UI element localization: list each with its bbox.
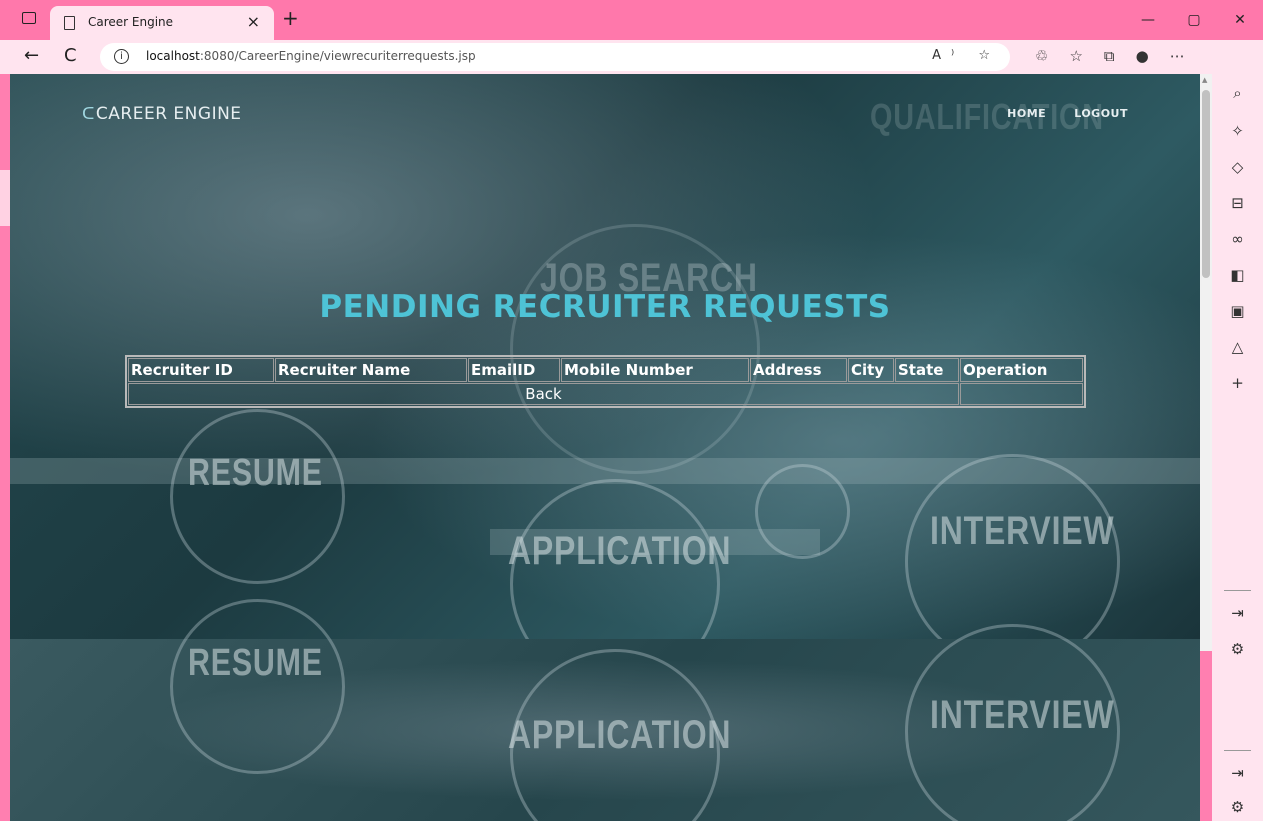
url-path: :8080/CareerEngine/viewrecuriterrequests… <box>199 49 476 63</box>
brand-logo-icon: ᑕ <box>82 104 95 124</box>
bell-icon[interactable]: △ <box>1212 338 1263 356</box>
sparkle-icon[interactable]: ✧ <box>1212 122 1263 140</box>
column-header: Operation <box>960 358 1083 382</box>
back-button[interactable]: ← <box>24 45 39 66</box>
background-circle <box>755 464 850 559</box>
profile-icon[interactable]: ● <box>1136 47 1149 65</box>
refresh-button[interactable]: C <box>64 45 77 66</box>
site-brand[interactable]: ᑕCAREER ENGINE <box>82 104 242 124</box>
url-field[interactable]: i localhost:8080/CareerEngine/viewrecuri… <box>100 43 1010 71</box>
column-header: City <box>848 358 894 382</box>
restore-button[interactable]: ▢ <box>1171 0 1217 40</box>
people-icon[interactable]: ∞ <box>1212 230 1263 248</box>
table-row: Back <box>128 383 1083 405</box>
background-word: APPLICATION <box>508 713 732 757</box>
table-header-row: Recruiter ID Recruiter Name EmailID Mobi… <box>128 358 1083 382</box>
tab-title: Career Engine <box>88 15 174 29</box>
background-word: INTERVIEW <box>930 693 1115 737</box>
hero-background: RESUME APPLICATION INTERVIEW JOB SEARCH … <box>10 74 1200 689</box>
panel-icon[interactable]: ⇥ <box>1212 604 1263 622</box>
recruiter-requests-table: Recruiter ID Recruiter Name EmailID Mobi… <box>125 355 1086 408</box>
url-host: localhost <box>146 49 200 63</box>
nav-home-link[interactable]: HOME <box>1007 107 1046 120</box>
column-header: EmailID <box>468 358 560 382</box>
sidebar-divider <box>1224 590 1251 591</box>
url-text[interactable]: localhost:8080/CareerEngine/viewrecurite… <box>146 49 476 63</box>
briefcase-icon[interactable]: ⊟ <box>1212 194 1263 212</box>
close-window-button[interactable]: ✕ <box>1217 0 1263 40</box>
outlook-icon[interactable]: ▣ <box>1212 302 1263 320</box>
sidebar-divider <box>1224 750 1251 751</box>
browser-toolbar: ♲ ☆ ⧉ ● ⋯ <box>1035 47 1185 65</box>
column-header: Mobile Number <box>561 358 749 382</box>
minimize-button[interactable]: — <box>1125 0 1171 40</box>
column-header: Recruiter Name <box>275 358 467 382</box>
more-menu-icon[interactable]: ⋯ <box>1170 47 1185 65</box>
nav-logout-link[interactable]: LOGOUT <box>1074 107 1128 120</box>
column-header: Recruiter ID <box>128 358 274 382</box>
back-link[interactable]: Back <box>128 383 959 405</box>
top-nav: HOME LOGOUT <box>1007 107 1128 120</box>
scrollbar-thumb[interactable] <box>1202 90 1210 278</box>
settings-icon[interactable]: ⚙ <box>1212 640 1263 658</box>
favorite-add-icon[interactable]: ☆ <box>978 48 1000 63</box>
column-header: Address <box>750 358 847 382</box>
collections-icon[interactable]: ⧉ <box>1104 47 1115 65</box>
plus-icon[interactable]: + <box>1212 374 1263 392</box>
page-title: PENDING RECRUITER REQUESTS <box>319 289 891 325</box>
window-controls: — ▢ ✕ <box>1125 0 1263 40</box>
settings-icon[interactable]: ⚙ <box>1212 798 1263 816</box>
site-info-icon[interactable]: i <box>114 49 129 64</box>
table-cell <box>960 383 1083 405</box>
search-icon[interactable]: ⌕ <box>1212 84 1263 102</box>
background-word: RESUME <box>188 642 323 684</box>
read-aloud-icon[interactable]: A⁾ <box>932 48 964 63</box>
page-viewport: RESUME APPLICATION INTERVIEW JOB SEARCH … <box>10 74 1200 821</box>
scroll-up-icon[interactable]: ▲ <box>1202 76 1207 84</box>
tag-icon[interactable]: ◇ <box>1212 158 1263 176</box>
title-bar: Career Engine × + — ▢ ✕ <box>0 0 1263 40</box>
browser-tab[interactable]: Career Engine × <box>50 6 274 40</box>
background-circle <box>170 599 345 774</box>
panel-icon[interactable]: ⇥ <box>1212 764 1263 782</box>
left-edge-strip <box>0 170 10 226</box>
background-word: RESUME <box>188 452 323 494</box>
brand-name: CAREER ENGINE <box>95 104 242 124</box>
background-word: INTERVIEW <box>930 509 1115 553</box>
edge-sidebar: ⌕ ✧ ◇ ⊟ ∞ ◧ ▣ △ + ⇥ ⚙ ⇥ ⚙ <box>1212 74 1263 821</box>
address-actions: A⁾ ☆ <box>932 48 1000 63</box>
tab-close-icon[interactable]: × <box>247 12 260 31</box>
extensions-icon[interactable]: ♲ <box>1035 47 1048 65</box>
office-icon[interactable]: ◧ <box>1212 266 1263 284</box>
background-circle <box>170 409 345 584</box>
column-header: State <box>895 358 959 382</box>
page-icon <box>64 16 75 30</box>
address-bar: ← C i localhost:8080/CareerEngine/viewre… <box>0 40 1263 74</box>
background-repeat: RESUME APPLICATION INTERVIEW <box>10 599 1200 821</box>
tab-actions-icon[interactable] <box>22 12 36 24</box>
new-tab-button[interactable]: + <box>282 6 299 30</box>
favorites-icon[interactable]: ☆ <box>1069 47 1082 65</box>
page-scrollbar[interactable]: ▲ <box>1200 74 1212 651</box>
background-word: APPLICATION <box>508 529 732 573</box>
